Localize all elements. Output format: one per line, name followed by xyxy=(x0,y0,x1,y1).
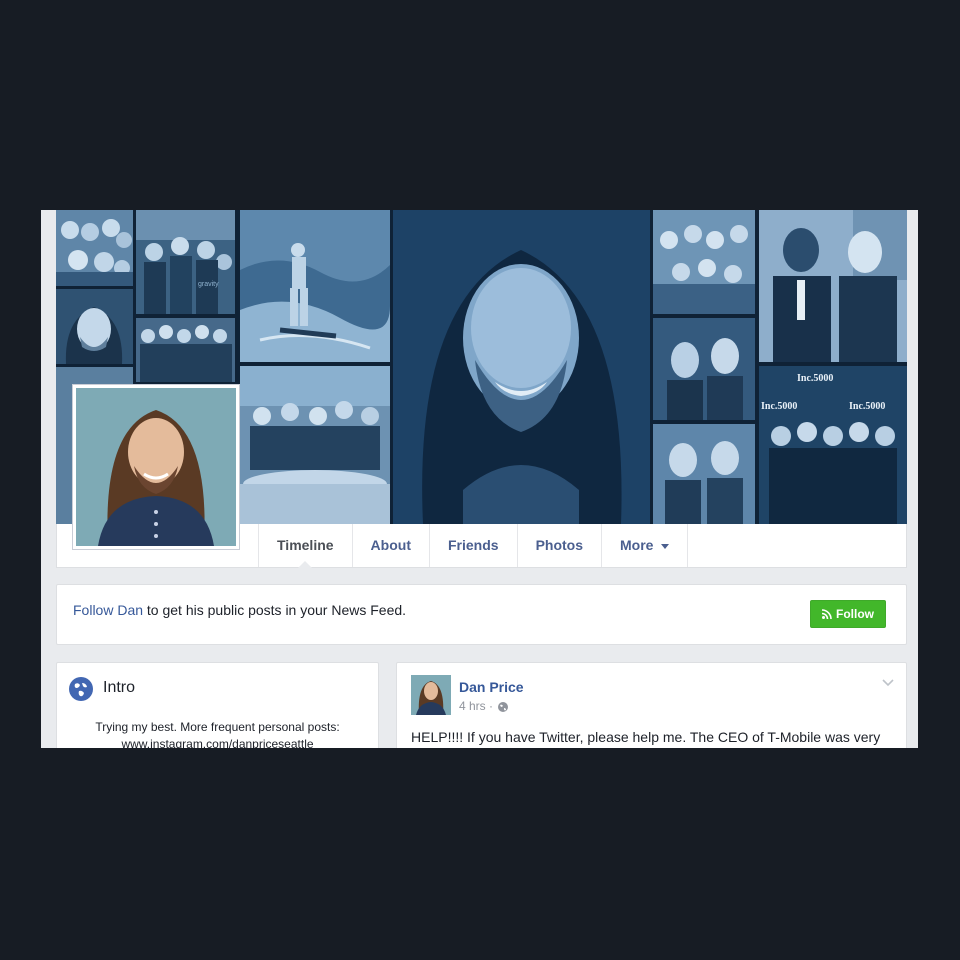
caret-down-icon xyxy=(661,543,670,549)
tab-label: More xyxy=(620,537,654,553)
tab-label: Photos xyxy=(535,537,584,553)
cover-tile-inc5000: Inc.5000 Inc.5000 Inc.5000 xyxy=(759,366,907,524)
follow-button-label: Follow xyxy=(836,607,874,621)
cover-tile-tv-show xyxy=(240,366,390,524)
post-card: Dan Price 4 hrs · HELP!!!! If you have T… xyxy=(396,662,907,748)
post-avatar[interactable] xyxy=(411,675,451,715)
cover-tile-portrait xyxy=(56,289,133,364)
intro-bio-link[interactable]: www.instagram.com/danpriceseattle xyxy=(57,736,378,748)
cover-tile-team: gravity xyxy=(136,210,235,314)
follow-prompt: Follow Dan to get his public posts in yo… xyxy=(73,602,406,618)
profile-picture[interactable] xyxy=(72,384,240,550)
svg-text:gravity: gravity xyxy=(198,281,219,288)
tab-about[interactable]: About xyxy=(351,524,429,567)
tab-friends[interactable]: Friends xyxy=(428,524,517,567)
profile-page: gravity Inc.5000 Inc.5000 Inc.5000 Timel… xyxy=(41,210,918,748)
inc5000-badge: Inc.5000 xyxy=(849,401,885,412)
tab-timeline[interactable]: Timeline xyxy=(258,524,352,568)
post-author-name[interactable]: Dan Price xyxy=(459,679,524,695)
rss-icon xyxy=(822,609,832,619)
cover-tile-handshake xyxy=(759,210,907,362)
post-meta: 4 hrs · xyxy=(459,699,509,713)
cover-tile-office-group xyxy=(136,318,235,382)
cover-tile-group-selfie xyxy=(56,210,133,286)
globe-icon[interactable] xyxy=(498,702,509,712)
follow-banner: Follow Dan to get his public posts in yo… xyxy=(56,584,907,645)
follow-prompt-text: to get his public posts in your News Fee… xyxy=(143,602,407,618)
chevron-down-icon[interactable] xyxy=(882,679,894,687)
cover-tile-couple xyxy=(653,318,755,420)
inc5000-badge: Inc.5000 xyxy=(797,373,833,384)
post-timestamp[interactable]: 4 hrs xyxy=(459,699,486,713)
intro-bio-text: Trying my best. More frequent personal p… xyxy=(95,720,340,734)
intro-card: Intro Trying my best. More frequent pers… xyxy=(56,662,379,748)
tab-label: Friends xyxy=(447,537,499,553)
intro-title: Intro xyxy=(103,679,136,696)
post-text: HELP!!!! If you have Twitter, please hel… xyxy=(411,729,881,745)
tab-label: Timeline xyxy=(277,537,334,553)
cover-tile-surfing xyxy=(240,210,390,362)
tab-label: About xyxy=(370,537,411,553)
cover-tile-main-portrait xyxy=(393,210,650,524)
tab-photos[interactable]: Photos xyxy=(516,524,601,567)
cover-tile-friends xyxy=(653,210,755,314)
globe-icon xyxy=(69,677,93,701)
follow-button[interactable]: Follow xyxy=(810,600,886,628)
intro-bio: Trying my best. More frequent personal p… xyxy=(57,719,378,748)
meta-separator: · xyxy=(485,699,497,713)
tab-more[interactable]: More xyxy=(601,524,689,567)
inc5000-badge: Inc.5000 xyxy=(761,401,797,412)
follow-link[interactable]: Follow Dan xyxy=(73,602,143,618)
cover-tile-two-men xyxy=(653,424,755,524)
